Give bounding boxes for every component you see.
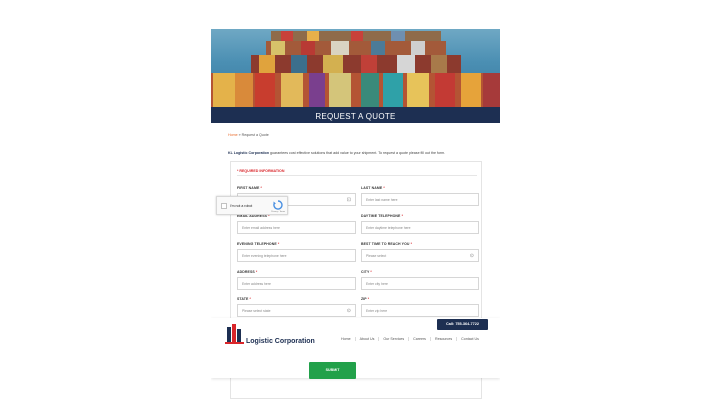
- state-select[interactable]: Please select state ⊙: [237, 304, 356, 317]
- recaptcha-icon: [273, 200, 283, 210]
- recaptcha-terms[interactable]: Privacy - Terms: [271, 211, 285, 213]
- best-time-select[interactable]: Please select ⊙: [361, 249, 479, 262]
- state-label: STATE *: [237, 297, 251, 301]
- email-field[interactable]: Enter email address here: [237, 221, 356, 234]
- address-field[interactable]: Enter address here: [237, 277, 356, 290]
- recaptcha-label: I'm not a robot: [230, 204, 253, 208]
- brand-name[interactable]: Logistic Corporation: [246, 338, 315, 345]
- hero-banner: REQUEST A QUOTE: [211, 29, 500, 123]
- daytime-phone-label: DAYTIME TELEPHONE *: [361, 214, 404, 218]
- chevron-down-icon: ⊙: [469, 253, 474, 259]
- main-nav: Home About Us Our Services Careers Resou…: [337, 337, 483, 341]
- evening-phone-label: EVENING TELEPHONE *: [237, 242, 280, 246]
- recaptcha-checkbox[interactable]: [221, 203, 227, 209]
- last-name-field[interactable]: Enter last name here: [361, 193, 479, 206]
- divider: [237, 175, 477, 176]
- nav-about-us[interactable]: About Us: [356, 337, 380, 341]
- nav-contact-us[interactable]: Contact Us: [457, 337, 483, 341]
- recaptcha-widget: I'm not a robot Privacy - Terms: [216, 196, 288, 215]
- breadcrumb: Home » Request a Quote: [228, 133, 269, 137]
- breadcrumb-current: Request a Quote: [241, 133, 269, 137]
- company-logo[interactable]: [225, 323, 245, 345]
- field-icon: ⊡: [346, 197, 351, 203]
- nav-our-services[interactable]: Our Services: [379, 337, 410, 341]
- page-title: REQUEST A QUOTE: [315, 112, 396, 121]
- breadcrumb-home-link[interactable]: Home: [228, 133, 238, 137]
- required-info-heading: * REQUIRED INFORMATION: [237, 169, 285, 173]
- nav-resources[interactable]: Resources: [431, 337, 458, 341]
- first-name-label: FIRST NAME *: [237, 186, 262, 190]
- evening-phone-field[interactable]: Enter evening telephone here: [237, 249, 356, 262]
- call-button[interactable]: Call: 755-364-7722: [437, 319, 488, 330]
- intro-company: KL Logistic Corporation: [228, 151, 270, 155]
- last-name-label: LAST NAME *: [361, 186, 385, 190]
- best-time-label: BEST TIME TO REACH YOU *: [361, 242, 413, 246]
- chevron-down-icon: ⊙: [346, 308, 351, 314]
- address-label: ADDRESS *: [237, 270, 258, 274]
- intro-text: KL Logistic Corporation guarantees cost …: [228, 151, 498, 155]
- zip-label: ZIP *: [361, 297, 370, 301]
- submit-button[interactable]: SUBMIT: [309, 362, 356, 379]
- city-field[interactable]: Enter city here: [361, 277, 479, 290]
- city-label: CITY *: [361, 270, 372, 274]
- zip-field[interactable]: Enter zip here: [361, 304, 479, 317]
- intro-body: guarantees cost effective solutions that…: [269, 151, 446, 155]
- nav-home[interactable]: Home: [337, 337, 356, 341]
- nav-careers[interactable]: Careers: [409, 337, 431, 341]
- daytime-phone-field[interactable]: Enter daytime telephone here: [361, 221, 479, 234]
